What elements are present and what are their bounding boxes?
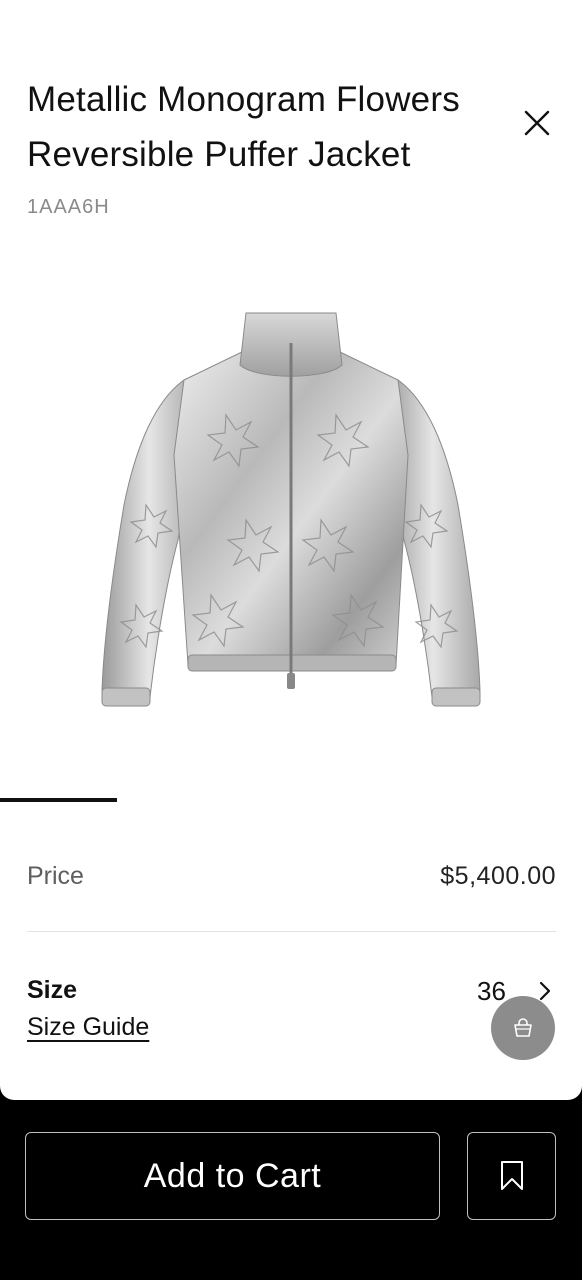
- size-guide-link[interactable]: Size Guide: [27, 1013, 149, 1042]
- selected-size-value[interactable]: 36: [477, 976, 506, 1007]
- gallery-progress-indicator: [0, 798, 117, 802]
- size-label: Size: [27, 976, 78, 1004]
- product-sku: 1AAA6H: [27, 196, 110, 218]
- product-image[interactable]: [96, 305, 486, 715]
- price-value: $5,400.00: [440, 861, 556, 890]
- shopping-bag-button[interactable]: [491, 996, 555, 1060]
- price-row: Price $5,400.00: [27, 856, 556, 896]
- product-title: Metallic Monogram Flowers Reversible Puf…: [27, 80, 460, 174]
- divider: [27, 931, 556, 932]
- shopping-bag-icon: [514, 1018, 532, 1037]
- add-to-cart-label: Add to Cart: [143, 1156, 322, 1195]
- wishlist-button[interactable]: [467, 1132, 556, 1220]
- close-icon: [524, 110, 550, 136]
- close-button[interactable]: [520, 106, 554, 140]
- price-label: Price: [27, 861, 84, 890]
- add-to-cart-button[interactable]: Add to Cart: [25, 1132, 440, 1220]
- bookmark-icon: [500, 1161, 523, 1190]
- chevron-right-icon[interactable]: [537, 980, 553, 1002]
- product-detail-sheet: Metallic Monogram Flowers Reversible Puf…: [0, 0, 582, 1100]
